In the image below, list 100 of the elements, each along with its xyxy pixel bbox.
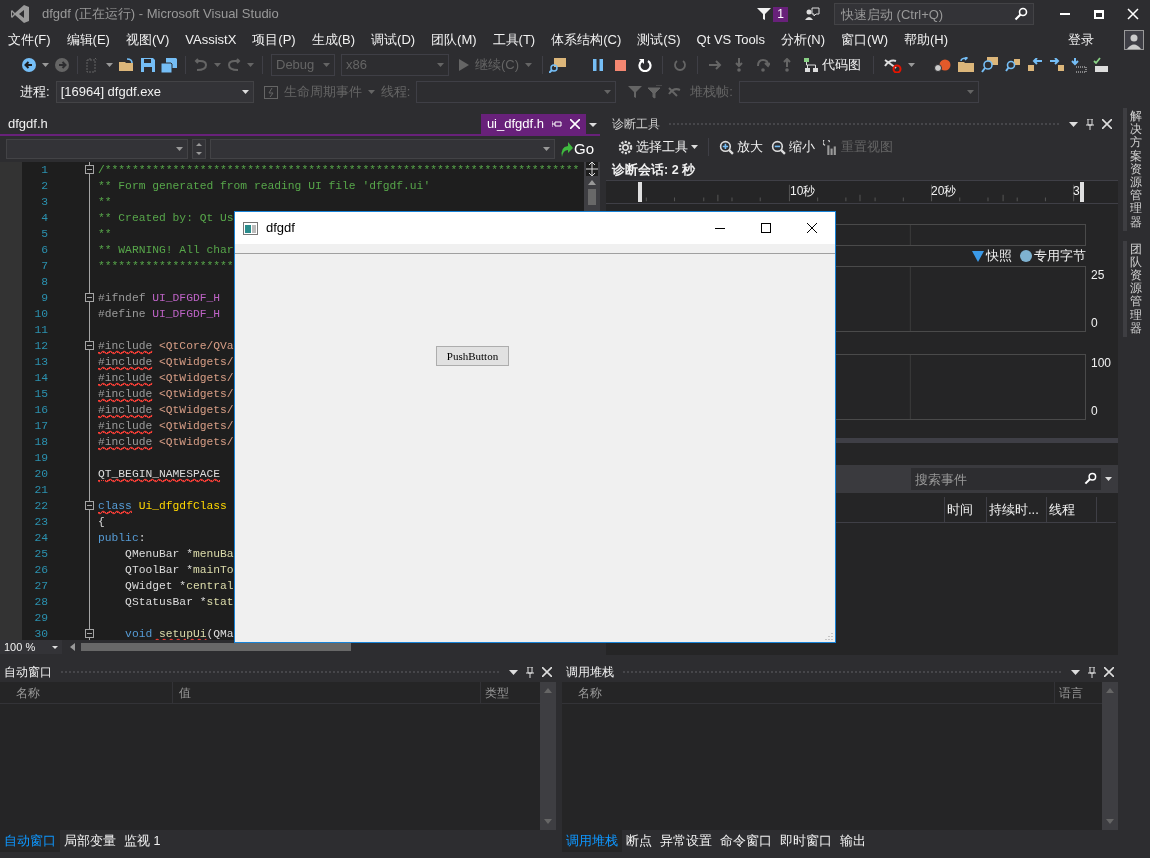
panel-tab[interactable]: 监视 1 (120, 830, 165, 852)
menu-item[interactable]: 分析(N) (773, 28, 834, 52)
menu-item[interactable]: Qt VS Tools (688, 28, 773, 52)
toolbar-button[interactable]: 缩小 (769, 136, 817, 158)
panel-tab[interactable]: 异常设置 (656, 830, 716, 852)
pin-icon[interactable] (526, 666, 534, 678)
toolbar-button[interactable]: 放大 (717, 136, 765, 158)
scroll-left-icon[interactable] (70, 643, 75, 651)
caret-icon[interactable] (176, 147, 183, 151)
go-button[interactable]: Go (559, 137, 594, 161)
column-header[interactable]: 名称 (12, 682, 172, 703)
open-folder-icon[interactable] (119, 58, 135, 72)
select-tool-button[interactable]: 选择工具 (616, 136, 700, 158)
menu-item[interactable]: 视图(V) (117, 28, 178, 52)
scope-spinner[interactable] (192, 139, 206, 159)
menu-item[interactable]: 生成(B) (303, 28, 364, 52)
menu-item[interactable]: 调试(D) (363, 28, 424, 52)
dropdown-icon[interactable] (509, 669, 518, 675)
size-grip-icon[interactable] (825, 632, 833, 640)
pin-icon[interactable] (1088, 666, 1096, 678)
menu-item[interactable]: 团队(M) (423, 28, 485, 52)
collapse-icon[interactable] (85, 629, 94, 638)
menu-item[interactable]: 体系结构(C) (543, 28, 630, 52)
zoom-dropdown[interactable]: 100 % (0, 640, 62, 654)
split-icon[interactable] (586, 162, 598, 176)
menu-item[interactable]: VAssistX (177, 28, 245, 52)
notification-badge[interactable]: 1 (773, 6, 788, 22)
collapse-icon[interactable] (85, 165, 94, 174)
caret-icon[interactable] (908, 63, 916, 67)
avatar-icon[interactable] (1124, 30, 1144, 50)
caret-icon[interactable] (691, 145, 698, 149)
close-icon[interactable] (542, 667, 552, 677)
collapse-icon[interactable] (85, 501, 94, 510)
spin-down-icon[interactable] (196, 152, 202, 155)
stop-icon[interactable] (615, 59, 627, 71)
close-icon[interactable] (1102, 119, 1112, 129)
find-in-window-icon[interactable] (549, 57, 568, 73)
search-events-field[interactable]: 搜索事件 (911, 468, 1101, 490)
range-handle[interactable] (1080, 182, 1084, 202)
pin-icon[interactable] (1086, 118, 1094, 130)
restart-icon[interactable] (638, 58, 653, 72)
feedback-icon[interactable] (804, 6, 820, 22)
quick-launch-field[interactable]: 快速启动 (Ctrl+Q) (834, 3, 1034, 25)
menu-item[interactable]: 文件(F) (0, 28, 59, 52)
menu-item[interactable]: 帮助(H) (896, 28, 957, 52)
find-icon[interactable] (981, 57, 1000, 73)
panel-tab[interactable]: 调用堆栈 (562, 830, 622, 852)
panel-tab[interactable]: 即时窗口 (776, 830, 836, 852)
pause-icon[interactable] (593, 59, 604, 71)
code-map-button[interactable]: 代码图 (802, 54, 864, 76)
file-tab[interactable]: dfgdf.h (0, 114, 56, 134)
side-tab[interactable]: 解决方案资源管理器 (1123, 108, 1145, 231)
column-header[interactable]: 线程 (1046, 497, 1096, 522)
side-tab[interactable]: 团队资源管理器 (1123, 240, 1145, 337)
breakpoint-link-icon[interactable] (884, 57, 903, 73)
caret-icon[interactable] (42, 63, 49, 67)
scrollbar-thumb[interactable] (588, 189, 596, 205)
menu-item[interactable]: 工具(T) (484, 28, 544, 52)
dropdown-icon[interactable] (1105, 477, 1112, 481)
panel-tab[interactable]: 局部变量 (60, 830, 120, 852)
caret-icon[interactable] (106, 63, 113, 67)
filter-icon[interactable] (757, 7, 772, 21)
move-left-icon[interactable] (1027, 58, 1044, 72)
column-header[interactable]: 名称 (574, 682, 734, 703)
caret-icon[interactable] (52, 645, 58, 649)
horizontal-scrollbar-thumb[interactable] (81, 643, 351, 651)
collapse-icon[interactable] (85, 293, 94, 302)
timeline-ruler[interactable]: 10秒 20秒 3 (606, 180, 1118, 204)
close-icon[interactable] (1104, 667, 1114, 677)
panel-tab[interactable]: 命令窗口 (716, 830, 776, 852)
find-small-icon[interactable] (1005, 58, 1022, 72)
dropdown-icon[interactable] (1069, 121, 1078, 127)
caret-icon[interactable] (241, 90, 249, 94)
move-right-icon[interactable] (1049, 58, 1066, 72)
step-into-box-icon[interactable] (1071, 57, 1088, 73)
save-icon[interactable] (141, 58, 155, 72)
column-header[interactable]: 持续时... (986, 497, 1046, 522)
column-header[interactable]: 时间 (944, 497, 986, 522)
menu-item[interactable]: 项目(P) (244, 28, 304, 52)
spell-check-icon[interactable] (1093, 57, 1110, 73)
search-icon[interactable] (1014, 7, 1028, 21)
panel-tab[interactable]: 输出 (836, 830, 870, 852)
range-handle[interactable] (638, 182, 642, 202)
column-header[interactable]: 值 (172, 682, 480, 703)
menu-item[interactable]: 测试(S) (629, 28, 689, 52)
process-dropdown[interactable]: [16964] dfgdf.exe (55, 81, 254, 103)
folder-arrow-icon[interactable] (957, 57, 976, 73)
save-all-icon[interactable] (161, 57, 177, 73)
spin-up-icon[interactable] (196, 143, 202, 146)
back-icon[interactable] (22, 58, 36, 72)
menu-item[interactable]: 窗口(W) (833, 28, 896, 52)
panel-tab[interactable]: 自动窗口 (0, 830, 60, 852)
sign-in-link[interactable]: 登录 (1068, 30, 1094, 50)
panel-tab[interactable]: 断点 (622, 830, 656, 852)
caret-icon[interactable] (543, 147, 550, 151)
collapse-icon[interactable] (85, 341, 94, 350)
scroll-up-icon[interactable] (588, 180, 596, 185)
search-icon[interactable] (1084, 472, 1097, 485)
dropdown-icon[interactable] (1071, 669, 1080, 675)
menu-item[interactable]: 编辑(E) (58, 28, 118, 52)
